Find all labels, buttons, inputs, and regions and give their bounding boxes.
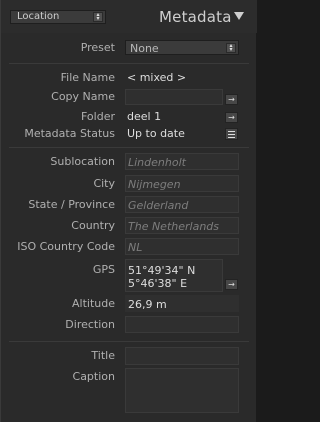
- direction-label: Direction: [65, 318, 115, 331]
- city-label: City: [93, 177, 115, 190]
- folder-row: Folder deel 1 →: [1, 110, 257, 124]
- state-value: Gelderland: [128, 199, 189, 212]
- country-value: The Netherlands: [128, 220, 220, 233]
- iso-value: NL: [128, 241, 143, 254]
- state-label: State / Province: [28, 198, 115, 211]
- iso-label: ISO Country Code: [17, 240, 115, 253]
- sublocation-value: Lindenholt: [128, 156, 186, 169]
- country-row: Country The Netherlands: [1, 217, 257, 234]
- metadata-status-value: Up to date: [127, 127, 185, 140]
- preset-select[interactable]: None ▴ ▾: [125, 40, 239, 55]
- gps-go-icon[interactable]: →: [225, 279, 238, 290]
- sublocation-field[interactable]: Lindenholt: [125, 153, 239, 170]
- panel-title: Metadata: [159, 8, 232, 26]
- view-preset-select[interactable]: Location ▴ ▾: [10, 10, 106, 24]
- caption-field[interactable]: [125, 368, 239, 413]
- direction-field[interactable]: [125, 316, 239, 333]
- altitude-field[interactable]: 26,9 m: [125, 295, 239, 312]
- copy-name-label: Copy Name: [51, 90, 115, 103]
- preset-value: None: [130, 42, 159, 55]
- city-row: City Nijmegen: [1, 175, 257, 192]
- altitude-row: Altitude 26,9 m: [1, 295, 257, 312]
- updown-arrows-icon: ▴ ▾: [226, 43, 236, 53]
- title-row: Title: [1, 347, 257, 365]
- file-name-row: File Name < mixed >: [1, 71, 257, 85]
- gps-row: GPS 51°49'34" N 5°46'38" E →: [1, 259, 257, 292]
- copy-name-go-icon[interactable]: →: [225, 94, 238, 105]
- folder-label: Folder: [81, 110, 115, 123]
- file-name-value: < mixed >: [127, 71, 187, 84]
- iso-field[interactable]: NL: [125, 238, 239, 255]
- metadata-status-menu-icon[interactable]: [225, 128, 238, 140]
- sublocation-label: Sublocation: [50, 155, 115, 168]
- preset-row: Preset None ▴ ▾: [1, 40, 257, 56]
- divider: [9, 63, 249, 64]
- updown-arrows-icon: ▴ ▾: [93, 12, 103, 22]
- gps-label: GPS: [92, 263, 115, 276]
- gps-longitude: 5°46'38" E: [128, 277, 188, 290]
- copy-name-row: Copy Name →: [1, 89, 257, 106]
- gps-latitude: 51°49'34" N: [128, 264, 196, 277]
- folder-value: deel 1: [127, 110, 162, 123]
- title-field[interactable]: [125, 347, 239, 365]
- view-preset-value: Location: [17, 11, 60, 22]
- folder-go-icon[interactable]: →: [225, 112, 238, 123]
- state-row: State / Province Gelderland: [1, 196, 257, 213]
- iso-row: ISO Country Code NL: [1, 238, 257, 255]
- city-value: Nijmegen: [128, 178, 181, 191]
- sublocation-row: Sublocation Lindenholt: [1, 153, 257, 170]
- divider: [9, 147, 249, 148]
- metadata-status-row: Metadata Status Up to date: [1, 127, 257, 141]
- preset-label: Preset: [80, 41, 115, 54]
- divider: [9, 341, 249, 342]
- direction-row: Direction: [1, 316, 257, 333]
- gps-field[interactable]: 51°49'34" N 5°46'38" E: [125, 259, 223, 292]
- state-field[interactable]: Gelderland: [125, 196, 239, 213]
- caption-label: Caption: [72, 370, 115, 383]
- city-field[interactable]: Nijmegen: [125, 175, 239, 192]
- copy-name-field[interactable]: [125, 89, 223, 105]
- file-name-label: File Name: [60, 71, 115, 84]
- country-label: Country: [71, 219, 115, 232]
- caption-row: Caption: [1, 368, 257, 413]
- panel-header: Location ▴ ▾ Metadata: [1, 0, 257, 33]
- metadata-status-label: Metadata Status: [24, 127, 115, 140]
- collapse-triangle-icon[interactable]: [234, 12, 244, 20]
- altitude-value: 26,9 m: [128, 298, 167, 311]
- metadata-panel: Location ▴ ▾ Metadata Preset None ▴ ▾ File…: [0, 0, 257, 422]
- country-field[interactable]: The Netherlands: [125, 217, 239, 234]
- altitude-label: Altitude: [72, 297, 115, 310]
- title-label: Title: [91, 349, 115, 362]
